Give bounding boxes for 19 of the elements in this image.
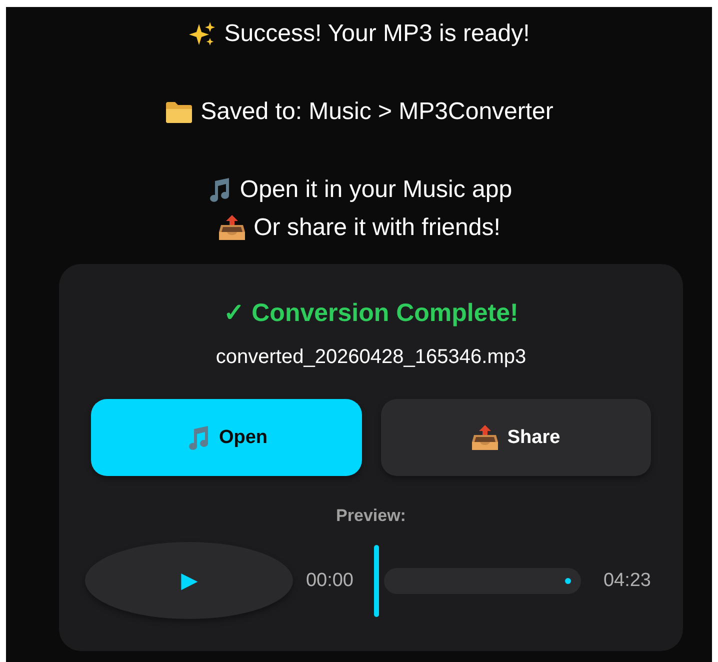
duration-time: 04:23 <box>603 570 651 592</box>
status-title: ✓ Conversion Complete! <box>224 298 518 328</box>
message-text: Saved to: Music > MP3Converter <box>200 98 554 126</box>
message-text: Or share it with friends! <box>254 214 500 242</box>
share-button[interactable]: Share <box>380 399 651 476</box>
file-name: converted_20260428_165346.mp3 <box>216 346 526 369</box>
end-dot-icon <box>565 578 572 584</box>
elapsed-time: 00:00 <box>306 570 354 592</box>
sparkles-icon <box>188 21 216 47</box>
outbox-tray-icon <box>471 424 500 450</box>
open-button[interactable]: Open <box>91 399 362 476</box>
outbox-tray-icon <box>218 215 246 241</box>
seek-slider[interactable] <box>374 544 582 616</box>
message-text: Success! Your MP3 is ready! <box>224 20 530 48</box>
message-text: Open it in your Music app <box>240 176 512 204</box>
preview-label: Preview: <box>336 506 406 526</box>
play-button[interactable]: ▶ <box>85 542 293 619</box>
folder-icon <box>164 100 193 124</box>
slider-thumb[interactable] <box>374 544 378 616</box>
